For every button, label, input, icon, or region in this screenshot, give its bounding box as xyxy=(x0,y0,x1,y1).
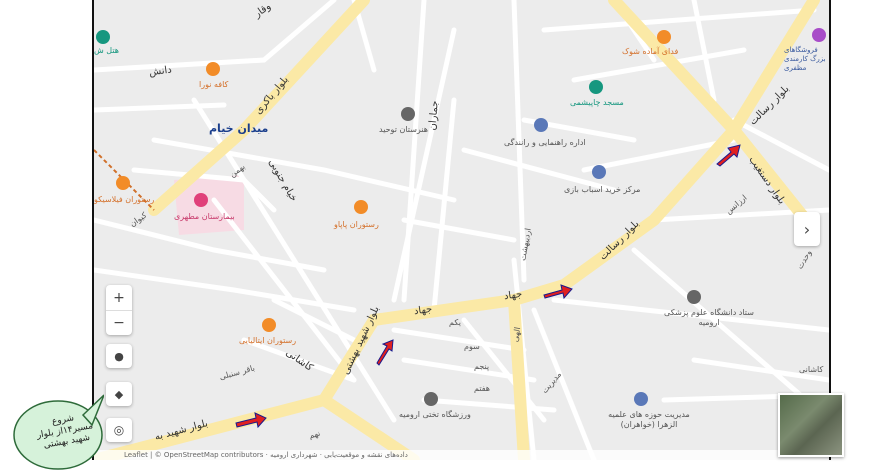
label-sevom: سوم xyxy=(464,342,480,351)
office-icon[interactable] xyxy=(534,118,548,132)
poi-varzeshgah-label: ورزشگاه تختی ارومیه xyxy=(399,410,471,419)
restaurant-icon[interactable] xyxy=(657,30,671,44)
school-icon[interactable] xyxy=(401,107,415,121)
poi-honarestan-label: هنرستان توحید xyxy=(379,125,428,134)
label-haftom: هفتم xyxy=(474,384,491,393)
poi-shop-right-label: فروشگاهای بزرگ کارمندی مظفری xyxy=(784,46,826,72)
hospital-icon[interactable] xyxy=(194,193,208,207)
label-yekom: یکم xyxy=(449,318,461,327)
route-start-callout: شروع مسیر۱۴از بلوار شهید بهشتی xyxy=(8,385,105,471)
route-arrow-3 xyxy=(543,284,573,300)
map-canvas[interactable]: وقار دانش بلوار باکری میدان خیام خیام جن… xyxy=(92,0,831,460)
poi-rest-left-label: رستوران فیلاسیکو xyxy=(94,195,155,204)
layers-icon: ◆ xyxy=(114,387,124,401)
poi-markaz-label: مرکز خرید اسباب بازی xyxy=(564,185,641,194)
label-kashani-2: کاشانی xyxy=(799,365,824,374)
poi-setad-label: ستاد دانشگاه علوم پزشکی ارومیه xyxy=(664,308,754,327)
poi-mosque-label: مسجد چاپیشمی xyxy=(570,98,624,107)
poi-cafe-label: کافه نورا xyxy=(199,80,229,89)
map-roads xyxy=(94,0,829,460)
poi-howze-label: مدیریت حوزه های علمیه الزهرا (خواهران) xyxy=(608,410,690,429)
route-arrow-1 xyxy=(235,412,267,429)
label-meydan-khayyam: میدان خیام xyxy=(209,122,269,135)
seminary-icon[interactable] xyxy=(634,392,648,406)
shop-icon[interactable] xyxy=(592,165,606,179)
poi-hospital-label: بیمارستان مطهری xyxy=(174,212,235,221)
alert-icon: ● xyxy=(114,349,124,363)
zoom-control: + − xyxy=(106,285,132,335)
store-icon[interactable] xyxy=(812,28,826,42)
poi-hotel-label: هتل ش xyxy=(94,46,119,55)
mosque-icon[interactable] xyxy=(589,80,603,94)
poi-rest-italy-label: رستوران ایتالیایی xyxy=(239,336,297,345)
stadium-icon[interactable] xyxy=(424,392,438,406)
locate-button[interactable]: ◎ xyxy=(106,418,132,442)
route-arrow-2 xyxy=(376,339,394,366)
layers-button[interactable]: ◆ xyxy=(106,382,132,406)
map-attribution: Leaflet | © OpenStreetMap contributors ·… xyxy=(94,450,829,460)
poi-edare-label: اداره راهنمایی و رانندگی xyxy=(504,138,586,147)
restaurant-icon[interactable] xyxy=(354,200,368,214)
zoom-in-button[interactable]: + xyxy=(106,286,132,311)
university-icon[interactable] xyxy=(687,290,701,304)
locate-icon: ◎ xyxy=(113,423,125,437)
hotel-icon[interactable] xyxy=(96,30,110,44)
poi-fastfood-label: فدای آماده شوک xyxy=(622,47,679,56)
zoom-out-button[interactable]: − xyxy=(106,311,132,335)
restaurant-icon[interactable] xyxy=(262,318,276,332)
expand-panel-button[interactable]: › xyxy=(794,212,820,246)
label-panjom: پنجم xyxy=(474,362,490,371)
poi-rest-papa-label: رستوران پاپاو xyxy=(334,220,379,229)
route-arrow-4 xyxy=(716,144,741,167)
report-issue-button[interactable]: ● xyxy=(106,344,132,368)
restaurant-icon[interactable] xyxy=(116,176,130,190)
satellite-thumbnail[interactable] xyxy=(778,393,844,457)
cafe-icon[interactable] xyxy=(206,62,220,76)
